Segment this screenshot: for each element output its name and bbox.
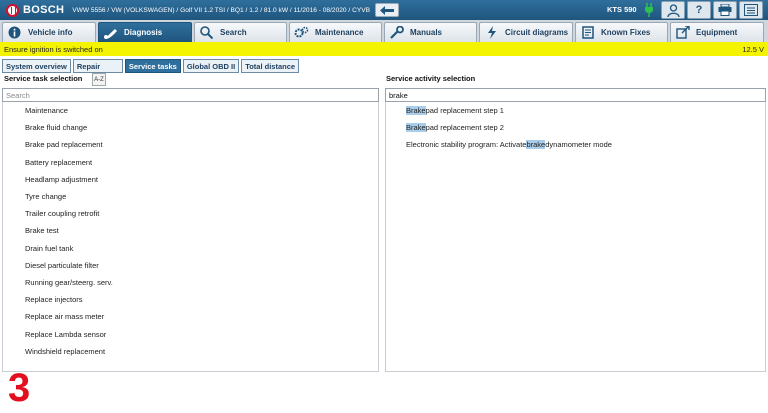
external-icon <box>675 26 690 40</box>
wrench-icon <box>389 26 404 40</box>
info-icon <box>7 26 22 40</box>
device-name: KTS 590 <box>607 5 637 14</box>
print-icon <box>718 4 732 16</box>
sort-label: A-Z <box>94 76 104 83</box>
search-match-highlight: Brake <box>406 123 426 133</box>
back-arrow-icon <box>380 5 394 15</box>
vehicle-info: VWW 5556 / VW (VOLKSWAGEN) / Golf VII 1.… <box>72 6 371 14</box>
subtab-service-tasks[interactable]: Service tasks <box>124 59 181 73</box>
list-item[interactable]: Brake pad replacement step 1 <box>386 102 765 119</box>
tab-manuals[interactable]: Manuals <box>384 22 477 42</box>
title-bar: BOSCH VWW 5556 / VW (VOLKSWAGEN) / Golf … <box>0 0 768 20</box>
search-icon <box>199 26 214 40</box>
list-item[interactable]: Windshield replacement <box>3 343 378 360</box>
lightning-icon <box>484 26 499 40</box>
menu-button[interactable] <box>739 1 763 19</box>
subtab-repair[interactable]: Repair <box>72 59 123 73</box>
service-task-search-input[interactable] <box>2 88 379 102</box>
tab-known-fixes[interactable]: Known Fixes <box>575 22 668 42</box>
list-item[interactable]: Brake test <box>3 222 378 239</box>
service-activity-search-input[interactable] <box>385 88 766 102</box>
tab-circuit-diagrams[interactable]: Circuit diagrams <box>479 22 573 42</box>
list-item[interactable]: Brake pad replacement <box>3 136 378 153</box>
tab-label: Manuals <box>410 28 443 37</box>
result-text: Electronic stability program: Activate <box>406 140 527 150</box>
tab-vehicle-info[interactable]: Vehicle info <box>2 22 96 42</box>
subtab-global-obd[interactable]: Global OBD II <box>182 59 240 73</box>
tab-label: Equipment <box>696 28 738 37</box>
result-text: dynamometer mode <box>545 140 612 150</box>
step-number: 3 <box>8 366 31 410</box>
search-match-highlight: Brake <box>406 106 426 116</box>
help-button[interactable]: ? <box>687 1 711 19</box>
list-item[interactable]: Battery replacement <box>3 154 378 171</box>
tab-diagnosis[interactable]: Diagnosis <box>98 22 192 42</box>
tab-label: Diagnosis <box>124 28 163 37</box>
service-activity-list: Brake pad replacement step 1 Brake pad re… <box>385 102 766 372</box>
service-task-list: Maintenance Brake fluid change Brake pad r… <box>2 102 379 372</box>
print-button[interactable] <box>713 1 737 19</box>
subtab-total-distance[interactable]: Total distance <box>241 59 300 73</box>
list-item[interactable]: Headlamp adjustment <box>3 171 378 188</box>
help-icon: ? <box>695 4 703 16</box>
list-item[interactable]: Trailer coupling retrofit <box>3 205 378 222</box>
tab-label: Circuit diagrams <box>505 28 569 37</box>
stethoscope-icon <box>103 26 118 40</box>
subtab-system-overview[interactable]: System overview <box>2 59 71 73</box>
tab-maintenance[interactable]: Maintenance <box>289 22 382 42</box>
list-item[interactable]: Brake fluid change <box>3 119 378 136</box>
list-item[interactable]: Drain fuel tank <box>3 240 378 257</box>
service-task-title: Service task selection <box>4 74 83 83</box>
tab-label: Search <box>220 28 247 37</box>
back-button[interactable] <box>375 3 399 17</box>
menu-icon <box>744 4 758 16</box>
sub-navigation: System overview Repair Service tasks Glo… <box>2 59 300 73</box>
list-item[interactable]: Replace Lambda sensor <box>3 325 378 342</box>
list-item[interactable]: Replace air mass meter <box>3 308 378 325</box>
status-message: Ensure ignition is switched on <box>4 44 103 54</box>
main-navigation: Vehicle info Diagnosis Search Maintenanc… <box>0 20 768 42</box>
book-icon <box>580 26 595 40</box>
sort-az-icon[interactable]: A-Z <box>92 73 106 86</box>
gears-icon <box>294 26 309 40</box>
list-item[interactable]: Brake pad replacement step 2 <box>386 119 765 136</box>
result-text: pad replacement step 2 <box>425 123 504 133</box>
list-item[interactable]: Maintenance <box>3 102 378 119</box>
tab-search[interactable]: Search <box>194 22 287 42</box>
list-item[interactable]: Diesel particulate filter <box>3 257 378 274</box>
search-match-highlight: brake <box>526 140 546 150</box>
result-text: pad replacement step 1 <box>425 106 504 116</box>
plug-icon <box>645 3 653 17</box>
tab-label: Known Fixes <box>601 28 651 37</box>
battery-voltage: 12.5 V <box>742 44 764 54</box>
user-icon <box>666 3 680 17</box>
tab-label: Maintenance <box>315 28 364 37</box>
status-bar: Ensure ignition is switched on 12.5 V <box>0 42 768 56</box>
brand: BOSCH <box>6 3 65 17</box>
bosch-logo-icon <box>6 3 19 17</box>
tab-label: Vehicle info <box>28 28 73 37</box>
list-item[interactable]: Tyre change <box>3 188 378 205</box>
user-button[interactable] <box>661 1 685 19</box>
list-item[interactable]: Running gear/steerg. serv. <box>3 274 378 291</box>
list-item[interactable]: Replace injectors <box>3 291 378 308</box>
brand-name: BOSCH <box>23 4 65 16</box>
tab-equipment[interactable]: Equipment <box>670 22 764 42</box>
list-item[interactable]: Electronic stability program: Activate b… <box>386 136 765 153</box>
service-activity-title: Service activity selection <box>386 74 476 83</box>
